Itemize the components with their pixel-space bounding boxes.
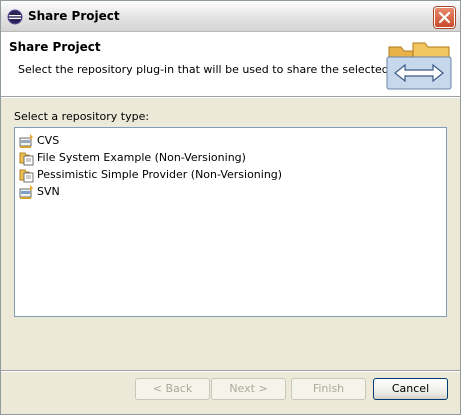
page-title: Share Project: [9, 40, 101, 54]
page-description: Select the repository plug-in that will …: [18, 63, 434, 76]
repository-type-list[interactable]: CVS File System Example (Non-Versioning)…: [14, 127, 447, 317]
wizard-header: Share Project Select the repository plug…: [1, 32, 460, 96]
repository-type-label: Select a repository type:: [14, 110, 150, 123]
share-project-dialog: Share Project Share Project Select the r…: [0, 0, 461, 415]
eclipse-icon: [7, 9, 23, 25]
cancel-button[interactable]: Cancel: [373, 378, 448, 400]
list-item-label: File System Example (Non-Versioning): [37, 151, 246, 164]
close-icon: [438, 11, 451, 24]
next-button[interactable]: Next >: [211, 378, 286, 400]
file-system-icon: [19, 152, 34, 166]
cvs-icon: [19, 134, 33, 148]
header-separator: [1, 96, 460, 98]
list-item-label: CVS: [37, 134, 60, 147]
back-button[interactable]: < Back: [135, 378, 210, 400]
window-title: Share Project: [28, 9, 120, 23]
svn-icon: [19, 185, 33, 199]
share-project-banner-icon: [383, 39, 455, 91]
list-item-label: SVN: [37, 185, 60, 198]
footer-separator: [1, 370, 460, 372]
list-item-label: Pessimistic Simple Provider (Non-Version…: [37, 168, 283, 181]
title-bar[interactable]: Share Project: [1, 1, 460, 32]
close-button[interactable]: [434, 7, 455, 28]
file-system-icon: [19, 169, 34, 183]
finish-button[interactable]: Finish: [291, 378, 366, 400]
